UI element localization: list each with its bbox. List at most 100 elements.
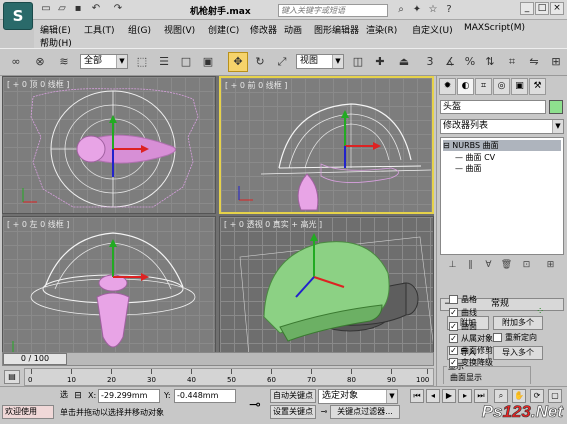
selection-filter-dropdown[interactable]: 全部 ▼: [80, 54, 128, 69]
spinner-snap-icon[interactable]: ⇅: [480, 52, 500, 72]
x-coordinate-field[interactable]: -29.299mm: [98, 389, 160, 403]
viewport-persp-label[interactable]: [ + 0 透视 0 真实 + 高光 ]: [224, 219, 322, 230]
save-icon[interactable]: ▪: [72, 3, 84, 15]
selected-objects-dropdown[interactable]: 选定对象 ▼: [318, 389, 398, 404]
menu-edit[interactable]: 编辑(E): [40, 23, 71, 36]
select-object-icon[interactable]: ⬚: [132, 52, 152, 72]
pin-stack-icon[interactable]: ⊥: [446, 259, 459, 272]
modify-tab-icon[interactable]: ◐: [457, 78, 474, 95]
create-tab-icon[interactable]: ✹: [439, 78, 456, 95]
menu-animation[interactable]: 动画: [284, 23, 302, 36]
motion-tab-icon[interactable]: ◎: [493, 78, 510, 95]
keyboard-shortcut-icon[interactable]: ⏏: [394, 52, 414, 72]
dependents-checkbox[interactable]: ✓: [449, 334, 458, 343]
select-scale-icon[interactable]: ⤢: [272, 52, 292, 72]
orbit-icon[interactable]: ⟳: [530, 389, 544, 403]
object-name-field[interactable]: 头盔: [440, 100, 546, 114]
menu-views[interactable]: 视图(V): [164, 23, 195, 36]
transform-degrade-checkbox[interactable]: ✓: [449, 358, 458, 367]
menu-rendering[interactable]: 渲染(R): [366, 23, 397, 36]
redo-icon[interactable]: ↷: [112, 3, 124, 15]
reorient-checkbox[interactable]: [493, 333, 502, 342]
viewport-top[interactable]: [ + 0 顶 0 线框 ]: [2, 76, 216, 214]
stack-item-surface-cv[interactable]: — 曲面 CV: [455, 152, 495, 163]
modifier-list-dropdown[interactable]: 修改器列表 ▼: [440, 119, 564, 134]
viewport-top-label[interactable]: [ + 0 顶 0 线框 ]: [7, 79, 69, 90]
mirror-icon[interactable]: ⇋: [524, 52, 544, 72]
window-crossing-icon[interactable]: ▣: [198, 52, 218, 72]
key-filter-icon[interactable]: ⊸: [318, 405, 330, 419]
align-icon[interactable]: ⊞: [546, 52, 566, 72]
viewport-front-label[interactable]: [ + 0 前 0 线框 ]: [225, 80, 287, 91]
key-icon[interactable]: ⊸: [244, 395, 266, 415]
app-logo-button[interactable]: S: [3, 2, 33, 30]
unlink-icon[interactable]: ⊗: [30, 52, 50, 72]
search-input[interactable]: 键入关键字或短语: [278, 4, 388, 17]
minimize-button[interactable]: _: [520, 2, 534, 15]
select-move-icon[interactable]: ✥: [228, 52, 248, 72]
angle-snap-icon[interactable]: ∡: [440, 52, 460, 72]
manipulate-icon[interactable]: ✚: [370, 52, 390, 72]
next-frame-icon[interactable]: ▸: [458, 389, 472, 403]
hierarchy-tab-icon[interactable]: ⌗: [475, 78, 492, 95]
surfaces-checkbox[interactable]: ✓: [449, 322, 458, 331]
menu-modifiers[interactable]: 修改器: [250, 23, 277, 36]
make-unique-icon[interactable]: ∀: [482, 259, 495, 272]
viewport-front[interactable]: [ + 0 前 0 线框 ]: [219, 76, 434, 214]
curves-checkbox[interactable]: ✓: [449, 308, 458, 317]
display-tab-icon[interactable]: ▣: [511, 78, 528, 95]
rect-selection-icon[interactable]: □: [176, 52, 196, 72]
play-icon[interactable]: ▶: [442, 389, 456, 403]
nurbs-toolbox-icon[interactable]: ⊞: [544, 259, 557, 272]
viewport-perspective[interactable]: [ + 0 透视 0 真实 + 高光 ]: [219, 216, 434, 366]
viewport-left-label[interactable]: [ + 0 左 0 线框 ]: [7, 219, 69, 230]
show-end-result-icon[interactable]: ‖: [464, 259, 477, 272]
menu-graph-editors[interactable]: 图形编辑器: [314, 23, 359, 36]
search-icon[interactable]: ⌕: [394, 3, 408, 17]
snaps-toggle-icon[interactable]: 3: [420, 52, 440, 72]
nurbs-creation-toolbox-icon[interactable]: ⁘: [536, 306, 544, 317]
viewport-left[interactable]: [ + 0 左 0 线框 ]: [2, 216, 216, 366]
close-button[interactable]: ×: [550, 2, 564, 15]
select-rotate-icon[interactable]: ↻: [250, 52, 270, 72]
time-slider-thumb[interactable]: 0 / 100: [3, 353, 67, 365]
menu-customize[interactable]: 自定义(U): [412, 23, 453, 36]
bind-spacewarp-icon[interactable]: ≋: [54, 52, 74, 72]
utilities-tab-icon[interactable]: ⚒: [529, 78, 546, 95]
menu-maxscript[interactable]: MAXScript(M): [464, 23, 525, 33]
maximize-viewport-icon[interactable]: ▢: [548, 389, 562, 403]
pivot-center-icon[interactable]: ◫: [348, 52, 368, 72]
goto-start-icon[interactable]: ⏮: [410, 389, 424, 403]
link-icon[interactable]: ∞: [6, 52, 26, 72]
ref-coord-dropdown[interactable]: 视图 ▼: [296, 54, 344, 69]
rollout-general-header[interactable]: − 常规: [440, 298, 564, 311]
import-multiple-button[interactable]: 导入多个: [493, 346, 543, 360]
open-file-icon[interactable]: ▱: [56, 3, 68, 15]
auto-key-button[interactable]: 自动关键点: [270, 389, 316, 403]
attach-multiple-button[interactable]: 附加多个: [493, 316, 543, 330]
lock-selection-icon[interactable]: ⊟: [72, 390, 84, 402]
select-by-name-icon[interactable]: ☰: [154, 52, 174, 72]
mini-curve-editor-icon[interactable]: ▤: [4, 370, 20, 384]
y-coordinate-field[interactable]: -0.448mm: [174, 389, 236, 403]
zoom-icon[interactable]: ⌕: [494, 389, 508, 403]
maximize-button[interactable]: □: [535, 2, 549, 15]
edit-named-sel-icon[interactable]: ⌗: [502, 52, 522, 72]
new-file-icon[interactable]: ▭: [40, 3, 52, 15]
set-key-button[interactable]: 设置关键点: [270, 405, 316, 419]
info-center-icon[interactable]: ✦: [410, 3, 424, 17]
stack-item-surface[interactable]: — 曲面: [455, 163, 482, 174]
menu-group[interactable]: 组(G): [128, 23, 151, 36]
object-color-swatch[interactable]: [549, 100, 563, 114]
prev-frame-icon[interactable]: ◂: [426, 389, 440, 403]
track-bar[interactable]: 0 10 20 30 40 50 60 70 80 90 100: [24, 368, 434, 386]
percent-snap-icon[interactable]: %: [460, 52, 480, 72]
menu-create[interactable]: 创建(C): [208, 23, 239, 36]
time-slider[interactable]: 0 / 100: [2, 352, 434, 366]
undo-icon[interactable]: ↶: [90, 3, 102, 15]
goto-end-icon[interactable]: ⏭: [474, 389, 488, 403]
lattice-checkbox[interactable]: [449, 295, 458, 304]
maxscript-listener[interactable]: 欢迎使用: [2, 405, 54, 419]
key-filters-button[interactable]: 关键点过滤器...: [330, 405, 400, 419]
remove-modifier-icon[interactable]: 🗑: [500, 259, 513, 272]
